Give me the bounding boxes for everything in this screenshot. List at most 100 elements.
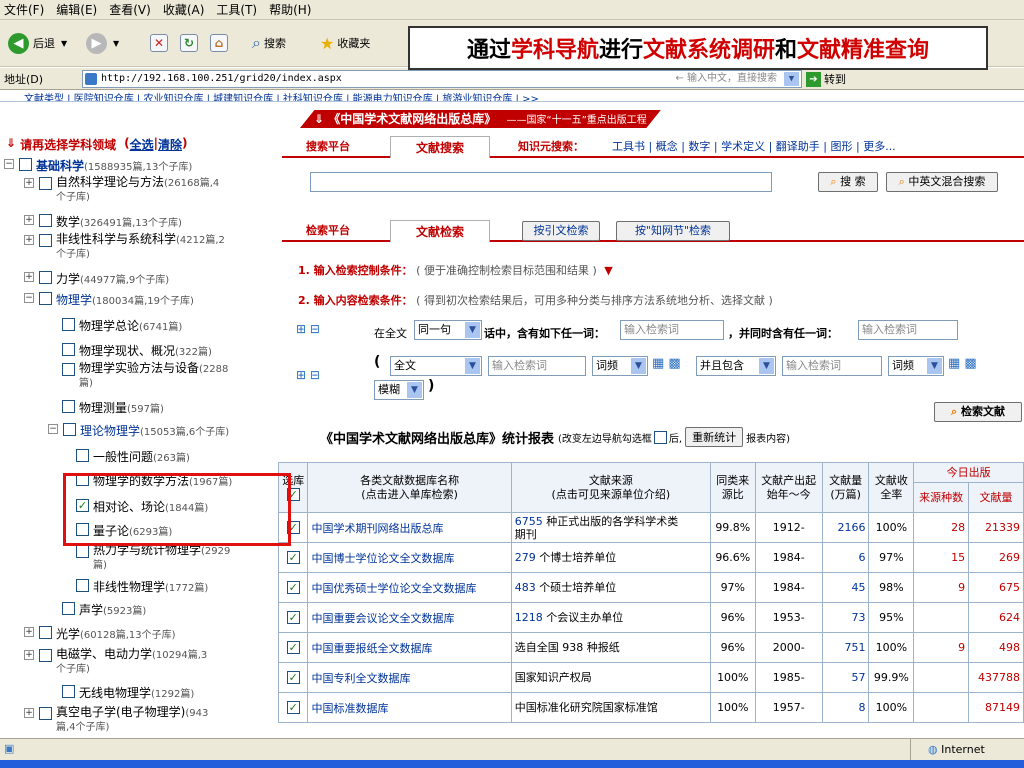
tree-label[interactable]: 力学(44977篇,9个子库) bbox=[56, 270, 169, 287]
db-name-link[interactable]: 中国学术期刊网络出版总库 bbox=[307, 512, 512, 543]
keyword-input-2[interactable]: 输入检索词 bbox=[858, 320, 958, 340]
tree-checkbox[interactable] bbox=[39, 214, 52, 227]
source-cell[interactable]: 1218 个会议主办单位 bbox=[510, 602, 711, 633]
keyword-input-1[interactable]: 输入检索词 bbox=[620, 320, 724, 340]
menu-edit[interactable]: 编辑(E) bbox=[56, 1, 97, 18]
tree-checkbox[interactable] bbox=[39, 234, 52, 247]
recount-button[interactable]: 重新统计 bbox=[685, 427, 744, 447]
row-checkbox[interactable]: ✓ bbox=[286, 671, 300, 684]
tree-label[interactable]: 自然科学理论与方法(26168篇,4 个子库) bbox=[56, 176, 219, 204]
tree-label[interactable]: 真空电子学(电子物理学)(943 篇,4个子库) bbox=[56, 706, 208, 734]
stop-button[interactable]: ✕ bbox=[150, 32, 168, 54]
field-select[interactable]: 全文 bbox=[390, 356, 482, 376]
db-name-link[interactable]: 中国标准数据库 bbox=[307, 692, 512, 723]
tree-checkbox[interactable] bbox=[62, 685, 75, 698]
db-name-link[interactable]: 中国博士学位论文全文数据库 bbox=[307, 542, 512, 573]
row-checkbox-cell[interactable]: ✓ bbox=[277, 692, 309, 723]
row-checkbox-cell[interactable]: ✓ bbox=[277, 632, 309, 663]
add-remove-row2-icons[interactable]: ⊞ ⊟ bbox=[296, 368, 320, 382]
tree-checkbox[interactable] bbox=[39, 177, 52, 190]
go-button[interactable]: ➔ 转到 bbox=[806, 71, 846, 87]
tree-checkbox[interactable] bbox=[76, 579, 89, 592]
mixed-search-button[interactable]: ⌕ 中英文混合搜索 bbox=[886, 172, 998, 192]
tree-checkbox[interactable] bbox=[62, 318, 75, 331]
expand-icon[interactable]: + bbox=[24, 272, 34, 282]
category-nav-links[interactable]: 文献类型 | 医院知识仓库 | 农业知识仓库 | 城建知识仓库 | 社科知识仓库… bbox=[24, 94, 539, 101]
tree-checkbox[interactable] bbox=[62, 400, 75, 413]
row-checkbox[interactable]: ✓ bbox=[286, 551, 300, 564]
db-name-link[interactable]: 中国优秀硕士学位论文全文数据库 bbox=[307, 572, 512, 603]
keyword-input-4[interactable]: 输入检索词 bbox=[782, 356, 882, 376]
collapse-icon[interactable]: − bbox=[4, 159, 14, 169]
tab-cite-search[interactable]: 按引文检索 bbox=[522, 221, 600, 241]
tree-checkbox[interactable] bbox=[39, 649, 52, 662]
frequency-select-2[interactable]: 词频 bbox=[888, 356, 944, 376]
tab-node-search[interactable]: 按"知网节"检索 bbox=[616, 221, 730, 241]
expand-icon[interactable]: ▼ bbox=[604, 264, 612, 277]
scope-select[interactable]: 同一句 bbox=[414, 320, 482, 340]
expand-icon[interactable]: + bbox=[24, 215, 34, 225]
db-name-link[interactable]: 中国重要报纸全文数据库 bbox=[307, 632, 512, 663]
tree-label[interactable]: 物理学总论(6741篇) bbox=[79, 317, 182, 334]
chevron-down-icon[interactable]: ▼ bbox=[784, 72, 799, 86]
tree-label[interactable]: 数学(326491篇,13个子库) bbox=[56, 213, 182, 230]
tree-checkbox[interactable] bbox=[39, 271, 52, 284]
select-all-link[interactable]: 全选 bbox=[130, 136, 154, 153]
row-checkbox[interactable]: ✓ bbox=[286, 581, 300, 594]
menu-tools[interactable]: 工具(T) bbox=[216, 1, 257, 18]
source-cell[interactable]: 6755 种正式出版的各学科学术类 期刊 bbox=[510, 512, 711, 543]
search-docs-button[interactable]: ⌕ 检索文献 bbox=[934, 402, 1022, 422]
search-submit-button[interactable]: ⌕ 搜 索 bbox=[818, 172, 878, 192]
source-cell[interactable]: 483 个硕士培养单位 bbox=[510, 572, 711, 603]
tree-label[interactable]: 非线性物理学(1772篇) bbox=[93, 578, 208, 595]
row-checkbox-cell[interactable]: ✓ bbox=[277, 602, 309, 633]
menu-help[interactable]: 帮助(H) bbox=[269, 1, 311, 18]
tree-label[interactable]: 基础科学(1588935篇,13个子库) bbox=[36, 157, 192, 174]
refresh-button[interactable]: ↻ bbox=[180, 32, 198, 54]
tree-checkbox[interactable] bbox=[76, 449, 89, 462]
add-remove-row1-icons[interactable]: ⊞ ⊟ bbox=[296, 322, 320, 336]
expand-icon[interactable]: + bbox=[24, 178, 34, 188]
row-checkbox-cell[interactable]: ✓ bbox=[277, 662, 309, 693]
search-button[interactable]: ⌕ 搜索 bbox=[252, 32, 286, 54]
tree-label[interactable]: 物理学现状、概况(322篇) bbox=[79, 342, 212, 359]
menu-file[interactable]: 文件(F) bbox=[4, 1, 44, 18]
collapse-icon[interactable]: − bbox=[24, 293, 34, 303]
clear-link[interactable]: 清除 bbox=[158, 136, 182, 153]
quick-search-input[interactable] bbox=[310, 172, 772, 192]
tree-checkbox[interactable] bbox=[39, 707, 52, 720]
tab-doc-search[interactable]: 文献搜索 bbox=[390, 136, 490, 158]
menu-favorites[interactable]: 收藏(A) bbox=[163, 1, 205, 18]
expand-icon[interactable]: + bbox=[24, 235, 34, 245]
collapse-icon[interactable]: − bbox=[48, 424, 58, 434]
home-button[interactable]: ⌂ bbox=[210, 32, 228, 54]
frequency-tool-icons[interactable]: ▦ ▩ bbox=[652, 356, 681, 371]
source-cell[interactable]: 国家知识产权局 bbox=[510, 662, 711, 693]
tree-label[interactable]: 非线性科学与系统科学(4212篇,2 个子库) bbox=[56, 233, 225, 261]
tree-checkbox[interactable] bbox=[39, 292, 52, 305]
row-checkbox[interactable]: ✓ bbox=[286, 611, 300, 624]
tree-label[interactable]: 一般性问题(263篇) bbox=[93, 448, 190, 465]
tree-label[interactable]: 物理学实验方法与设备(2288 篇) bbox=[79, 362, 228, 390]
expand-icon[interactable]: + bbox=[24, 650, 34, 660]
tree-label[interactable]: 电磁学、电动力学(10294篇,3 个子库) bbox=[56, 648, 207, 676]
frequency-select-1[interactable]: 词频 bbox=[592, 356, 648, 376]
tree-label[interactable]: 无线电物理学(1292篇) bbox=[79, 684, 194, 701]
relation-select[interactable]: 并且包含 bbox=[696, 356, 776, 376]
row-checkbox-cell[interactable]: ✓ bbox=[277, 542, 309, 573]
tree-checkbox[interactable] bbox=[62, 343, 75, 356]
frequency-tool-icons[interactable]: ▦ ▩ bbox=[948, 356, 977, 371]
tree-label[interactable]: 热力学与统计物理学(2929 篇) bbox=[93, 544, 230, 572]
tree-checkbox[interactable] bbox=[39, 626, 52, 639]
knowledge-tool-links[interactable]: 工具书 | 概念 | 数字 | 学术定义 | 翻译助手 | 图形 | 更多... bbox=[612, 136, 896, 158]
tree-label[interactable]: 声学(5923篇) bbox=[79, 601, 146, 618]
expand-icon[interactable]: + bbox=[24, 708, 34, 718]
menu-view[interactable]: 查看(V) bbox=[109, 1, 151, 18]
db-name-link[interactable]: 中国专利全文数据库 bbox=[307, 662, 512, 693]
keyword-input-3[interactable]: 输入检索词 bbox=[488, 356, 586, 376]
forward-button[interactable]: ▶ ▼ bbox=[86, 32, 119, 54]
address-input[interactable]: http://192.168.100.251/grid20/index.aspx… bbox=[82, 70, 802, 88]
tree-label[interactable]: 物理学(180034篇,19个子库) bbox=[56, 291, 194, 308]
db-name-link[interactable]: 中国重要会议论文全文数据库 bbox=[307, 602, 512, 633]
match-mode-select[interactable]: 模糊 bbox=[374, 380, 424, 400]
